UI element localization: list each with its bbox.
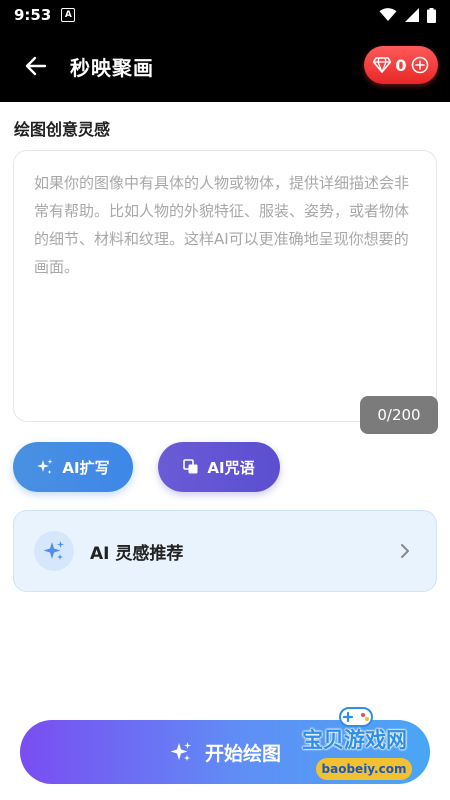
back-button[interactable] bbox=[14, 44, 58, 88]
ai-expand-button[interactable]: AI扩写 bbox=[13, 442, 133, 492]
watermark-domain: baobeiy.com bbox=[316, 758, 412, 780]
section-label: 绘图创意灵感 bbox=[14, 120, 111, 139]
status-time: 9:53 bbox=[14, 6, 52, 24]
start-drawing-label: 开始绘图 bbox=[204, 742, 281, 765]
gem-balance-button[interactable]: 0 bbox=[364, 46, 438, 84]
prompt-input[interactable] bbox=[14, 151, 436, 421]
plus-circle-icon bbox=[411, 56, 428, 74]
arrow-left-icon bbox=[25, 56, 47, 76]
status-icons bbox=[379, 7, 436, 23]
inspiration-icon-wrap bbox=[34, 531, 74, 571]
battery-icon bbox=[427, 7, 436, 23]
watermark-logo: 宝贝游戏网 baobeiy.com bbox=[284, 702, 444, 794]
notification-icon: A bbox=[61, 8, 76, 22]
status-bar: 9:53 A bbox=[0, 0, 450, 30]
char-counter: 0/200 bbox=[360, 396, 438, 434]
sparkle-icon bbox=[37, 459, 53, 474]
sparkle-icon bbox=[170, 742, 191, 761]
page-title: 秒映聚画 bbox=[70, 55, 154, 80]
app-header: 秒映聚画 0 bbox=[0, 30, 450, 102]
watermark-brand: 宝贝游戏网 bbox=[302, 728, 407, 752]
copy-icon bbox=[183, 459, 198, 474]
ai-spell-label: AI咒语 bbox=[207, 458, 255, 477]
diamond-icon bbox=[373, 57, 392, 73]
inspiration-label: AI 灵感推荐 bbox=[90, 543, 184, 564]
prompt-box bbox=[13, 150, 437, 422]
ai-expand-label: AI扩写 bbox=[62, 458, 110, 477]
gem-count: 0 bbox=[395, 55, 407, 75]
sparkle-icon bbox=[43, 541, 64, 560]
signal-icon bbox=[405, 8, 419, 22]
ai-inspiration-card[interactable]: AI 灵感推荐 bbox=[13, 510, 437, 592]
chevron-right-icon bbox=[401, 544, 409, 558]
ai-spell-button[interactable]: AI咒语 bbox=[158, 442, 280, 492]
wifi-icon bbox=[379, 8, 397, 21]
